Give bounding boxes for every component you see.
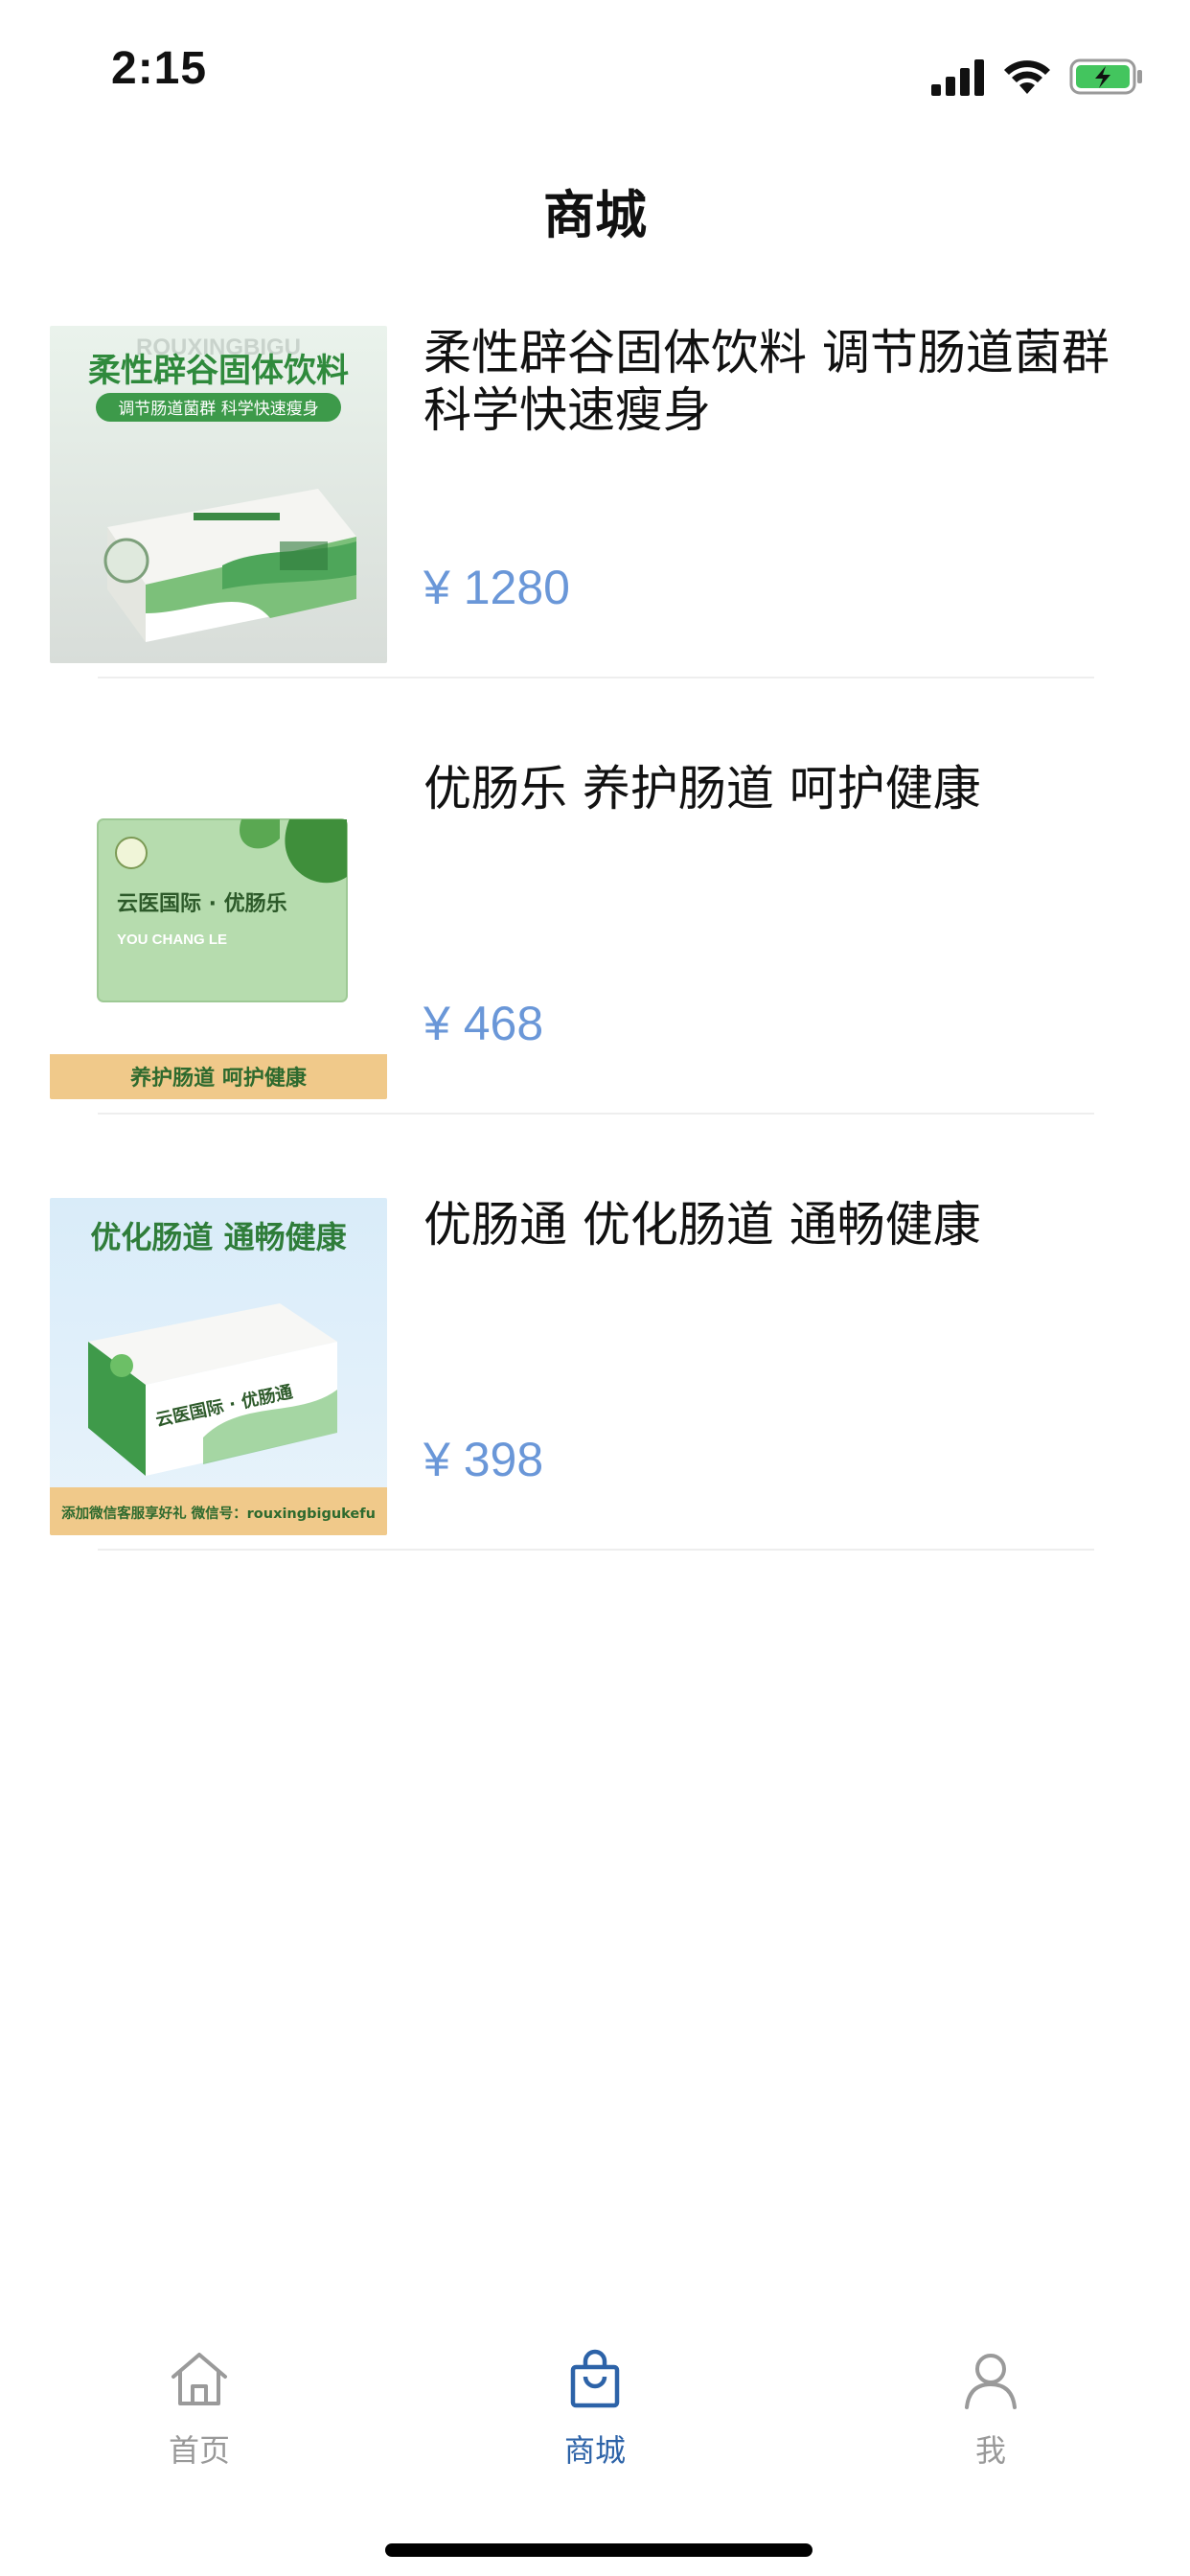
banner-text: 柔性辟谷固体饮料 <box>88 352 349 390</box>
shopping-bag-icon <box>570 2349 620 2408</box>
status-icons <box>931 54 1144 100</box>
status-time: 2:15 <box>111 43 208 94</box>
product-price: ¥ 398 <box>423 1433 544 1486</box>
product-list: ROUXINGBIGU 柔性辟谷固体饮料 调节肠道菌群 科学快速瘦身 柔性辟谷固… <box>0 316 1190 1624</box>
product-item[interactable]: 云医国际 · 优肠乐 YOU CHANG LE 养护肠道 呵护健康 优肠乐 养护… <box>0 752 1190 1188</box>
home-indicator[interactable] <box>385 2543 812 2557</box>
status-bar: 2:15 <box>0 0 1190 144</box>
tab-home[interactable]: 首页 <box>103 2338 295 2492</box>
footer-text: 养护肠道 呵护健康 <box>129 1066 308 1091</box>
tab-home-label: 首页 <box>168 2432 230 2469</box>
home-icon <box>172 2353 227 2405</box>
sub-text: 调节肠道菌群 科学快速瘦身 <box>118 400 318 419</box>
product-image[interactable]: ROUXINGBIGU 柔性辟谷固体饮料 调节肠道菌群 科学快速瘦身 <box>50 326 387 663</box>
english-text: YOU CHANG LE <box>117 932 227 948</box>
product-item[interactable]: ROUXINGBIGU 柔性辟谷固体饮料 调节肠道菌群 科学快速瘦身 柔性辟谷固… <box>0 316 1190 752</box>
footer-text: 添加微信客服享好礼 微信号：rouxingbigukefu <box>61 1505 376 1522</box>
product-item[interactable]: 优化肠道 通畅健康 云医国际 · 优肠通 添加微信客服享好礼 微信号：rouxi… <box>0 1188 1190 1624</box>
wifi-icon <box>1004 60 1050 94</box>
divider <box>98 677 1094 678</box>
divider <box>98 1113 1094 1115</box>
product-price: ¥ 1280 <box>423 561 570 614</box>
tab-bar: 首页 商城 我 <box>0 2338 1190 2492</box>
product-title[interactable]: 柔性辟谷固体饮料 调节肠道菌群科学快速瘦身 <box>423 324 1152 439</box>
banner-text: 优化肠道 通畅健康 <box>90 1219 347 1255</box>
tab-me[interactable]: 我 <box>895 2338 1087 2492</box>
brand-text: 云医国际 · 优肠乐 <box>117 891 287 916</box>
divider <box>98 1549 1094 1551</box>
product-image[interactable]: 云医国际 · 优肠乐 YOU CHANG LE 养护肠道 呵护健康 <box>50 762 387 1099</box>
tab-me-label: 我 <box>974 2432 1006 2469</box>
cellular-signal-icon <box>931 59 984 96</box>
tab-shop-label: 商城 <box>563 2432 626 2469</box>
battery-charging-icon <box>1069 58 1142 95</box>
product-image[interactable]: 优化肠道 通畅健康 云医国际 · 优肠通 添加微信客服享好礼 微信号：rouxi… <box>50 1198 387 1535</box>
tab-shop[interactable]: 商城 <box>499 2338 691 2492</box>
person-icon <box>965 2354 1017 2409</box>
product-price: ¥ 468 <box>423 997 544 1050</box>
product-title[interactable]: 优肠通 优化肠道 通畅健康 <box>423 1196 1152 1254</box>
product-title[interactable]: 优肠乐 养护肠道 呵护健康 <box>423 760 1152 817</box>
page-title: 商城 <box>543 185 647 245</box>
